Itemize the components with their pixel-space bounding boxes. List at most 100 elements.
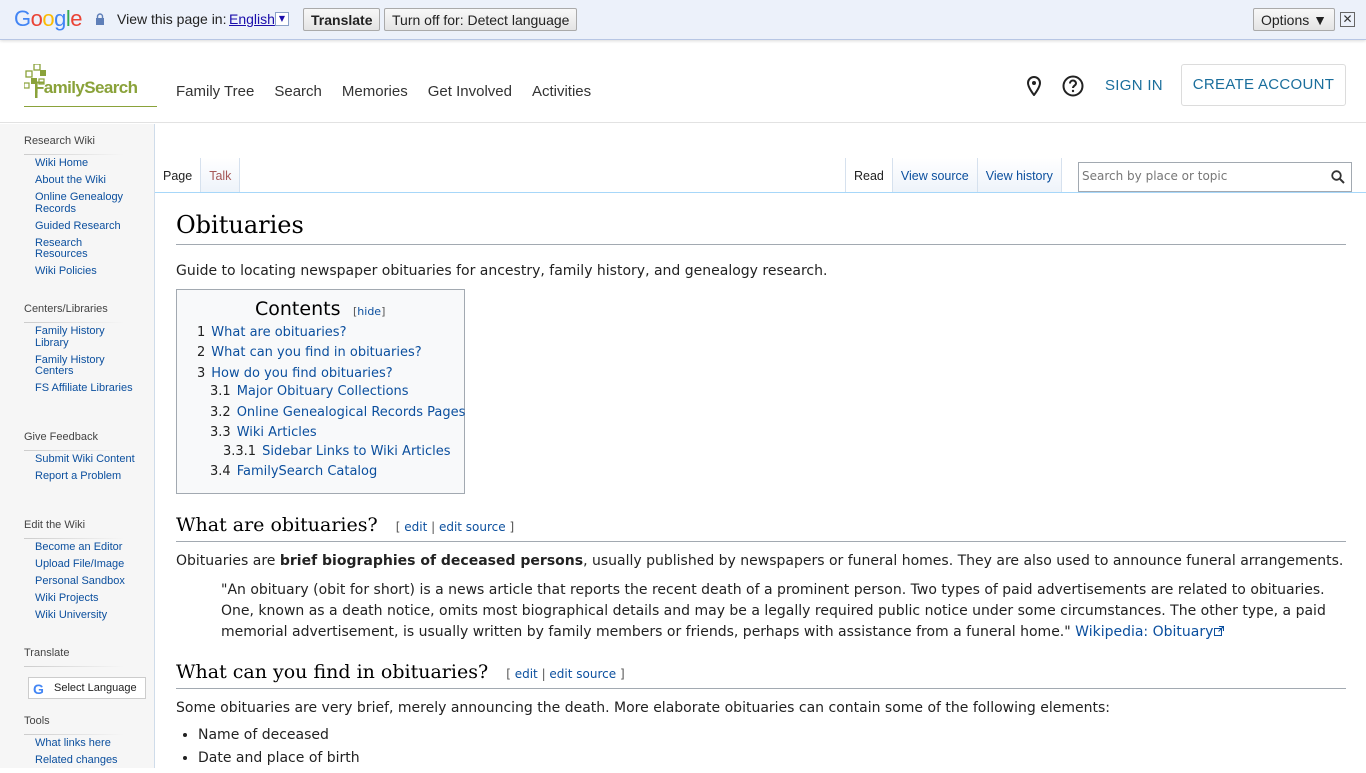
select-language-label: Select Language xyxy=(54,682,137,694)
sidebar-item-online-records[interactable]: Online Genealogy Records xyxy=(35,191,135,215)
sidebar-item-wiki-home[interactable]: Wiki Home xyxy=(35,157,135,170)
translate-button[interactable]: Translate xyxy=(303,8,381,31)
tab-view-history[interactable]: View history xyxy=(977,158,1062,192)
language-select[interactable]: English xyxy=(229,11,275,27)
wiki-search-box xyxy=(1078,162,1352,192)
section-paragraph: Obituaries are brief biographies of dece… xyxy=(176,553,1344,569)
sidebar-item-wiki-policies[interactable]: Wiki Policies xyxy=(35,265,135,278)
sidebar-item-related-changes[interactable]: Related changes xyxy=(35,754,135,767)
external-link-icon xyxy=(1214,625,1225,636)
sidebar-heading: Edit the Wiki xyxy=(24,519,86,531)
toc-item[interactable]: 3.4 FamilySearch Catalog xyxy=(210,464,377,479)
sidebar-heading: Translate xyxy=(24,647,70,659)
tab-talk[interactable]: Talk xyxy=(201,158,241,192)
sidebar-item-upload-file[interactable]: Upload File/Image xyxy=(35,558,135,571)
edit-link[interactable]: edit xyxy=(515,667,538,681)
sidebar-item-wiki-university[interactable]: Wiki University xyxy=(35,609,135,622)
tab-page[interactable]: Page xyxy=(155,158,202,192)
tab-view-source[interactable]: View source xyxy=(892,158,978,192)
familysearch-logo[interactable]: FamilySearch xyxy=(24,64,157,107)
list-item: Date and place of birth xyxy=(198,750,360,767)
sidebar-item-become-editor[interactable]: Become an Editor xyxy=(35,541,135,554)
sidebar-section-research-wiki: Research Wiki Wiki Home About the Wiki O… xyxy=(24,135,144,283)
bold-text: brief biographies of deceased persons xyxy=(279,553,584,569)
divider xyxy=(24,734,124,735)
section-heading: What can you find in obituaries? [ edit … xyxy=(176,661,1346,689)
edit-link[interactable]: edit xyxy=(404,520,427,534)
sidebar-item-sandbox[interactable]: Personal Sandbox xyxy=(35,575,135,588)
sidebar-item-guided-research[interactable]: Guided Research xyxy=(35,220,135,233)
sidebar-section-edit: Edit the Wiki Become an Editor Upload Fi… xyxy=(24,519,144,627)
sign-in-link[interactable]: SIGN IN xyxy=(1105,77,1163,94)
section-heading: What are obituaries? [ edit | edit sourc… xyxy=(176,514,1346,542)
section-paragraph: Some obituaries are very brief, merely a… xyxy=(176,700,1110,716)
view-page-label: View this page in: xyxy=(117,11,227,27)
google-g-icon: G xyxy=(33,681,44,697)
google-logo: Google xyxy=(14,6,83,31)
nav-activities[interactable]: Activities xyxy=(532,83,591,100)
toc-item[interactable]: 1 What are obituaries? xyxy=(197,325,346,340)
sidebar-item-fh-centers[interactable]: Family History Centers xyxy=(35,354,135,378)
section-title: What can you find in obituaries? xyxy=(176,661,489,683)
toc-hide-toggle[interactable]: [hide] xyxy=(353,305,385,318)
divider xyxy=(24,666,124,667)
nav-search[interactable]: Search xyxy=(274,83,322,100)
namespace-tabs: Page Talk xyxy=(155,158,241,192)
blockquote: "An obituary (obit for short) is a news … xyxy=(221,582,1326,640)
tab-divider xyxy=(155,192,1366,193)
tab-read[interactable]: Read xyxy=(845,158,893,192)
divider xyxy=(24,322,124,323)
table-of-contents: Contents [hide] 1 What are obituaries? 2W… xyxy=(176,289,465,494)
sidebar-item-submit-content[interactable]: Submit Wiki Content xyxy=(35,453,135,466)
turn-off-button[interactable]: Turn off for: Detect language xyxy=(384,8,578,31)
translate-bar: Google View this page in: English ▼ Tran… xyxy=(0,0,1366,40)
toc-item[interactable]: 2 What can you find in obituaries? xyxy=(197,345,422,360)
toc-item[interactable]: 3.1 Major Obituary Collections xyxy=(210,384,409,399)
search-icon[interactable] xyxy=(1331,170,1345,184)
toc-item[interactable]: 3.3.1 Sidebar Links to Wiki Articles xyxy=(223,444,451,459)
chevron-down-icon[interactable]: ▼ xyxy=(275,12,289,26)
toc-item[interactable]: 3.3 Wiki Articles xyxy=(210,425,317,440)
sidebar-item-report-problem[interactable]: Report a Problem xyxy=(35,470,135,483)
sidebar-item-about-wiki[interactable]: About the Wiki xyxy=(35,174,135,187)
sidebar: Research Wiki Wiki Home About the Wiki O… xyxy=(0,124,155,768)
nav-family-tree[interactable]: Family Tree xyxy=(176,83,254,100)
page-title: Obituaries xyxy=(176,211,1346,245)
create-account-button[interactable]: CREATE ACCOUNT xyxy=(1181,64,1346,106)
search-input[interactable] xyxy=(1082,169,1322,183)
toc-item[interactable]: 3 How do you find obituaries? xyxy=(197,366,393,381)
options-button[interactable]: Options ▼ xyxy=(1253,8,1335,31)
sidebar-section-centers: Centers/Libraries Family History Library… xyxy=(24,303,144,400)
wikipedia-link[interactable]: Wikipedia: Obituary xyxy=(1075,624,1225,640)
section-title: What are obituaries? xyxy=(176,514,378,536)
divider xyxy=(24,154,124,155)
nav-memories[interactable]: Memories xyxy=(342,83,408,100)
close-icon[interactable]: ✕ xyxy=(1340,12,1355,27)
nav-get-involved[interactable]: Get Involved xyxy=(428,83,512,100)
edit-source-link[interactable]: edit source xyxy=(439,520,506,534)
sidebar-item-research-resources[interactable]: Research Resources xyxy=(35,237,135,261)
location-pin-icon[interactable] xyxy=(1025,76,1043,96)
select-language-dropdown[interactable]: G Select Language xyxy=(28,677,146,699)
view-tabs: Read View source View history xyxy=(845,158,1062,192)
intro-paragraph: Guide to locating newspaper obituaries f… xyxy=(176,263,828,279)
sidebar-heading: Give Feedback xyxy=(24,431,98,443)
toc-hide-link[interactable]: hide xyxy=(357,305,381,318)
section-edit-links: [ edit | edit source ] xyxy=(506,667,625,681)
logo-wordmark: FamilySearch xyxy=(34,78,138,97)
toc-item[interactable]: 3.2 Online Genealogical Records Pages xyxy=(210,405,465,420)
help-icon[interactable] xyxy=(1062,75,1084,97)
sidebar-item-fs-affiliate[interactable]: FS Affiliate Libraries xyxy=(35,382,135,395)
elements-list: Name of deceased Date and place of birth xyxy=(198,727,360,773)
section-edit-links: [ edit | edit source ] xyxy=(395,520,515,534)
list-item: Name of deceased xyxy=(198,727,360,744)
sidebar-section-translate: Translate xyxy=(24,647,144,670)
edit-source-link[interactable]: edit source xyxy=(549,667,616,681)
sidebar-item-fh-library[interactable]: Family History Library xyxy=(35,325,135,349)
sidebar-heading: Tools xyxy=(24,715,50,727)
site-header: FamilySearch Family Tree Search Memories… xyxy=(0,40,1366,123)
sidebar-item-wiki-projects[interactable]: Wiki Projects xyxy=(35,592,135,605)
sidebar-heading: Research Wiki xyxy=(24,135,95,147)
sidebar-item-what-links-here[interactable]: What links here xyxy=(35,737,135,750)
sidebar-section-feedback: Give Feedback Submit Wiki Content Report… xyxy=(24,431,144,488)
